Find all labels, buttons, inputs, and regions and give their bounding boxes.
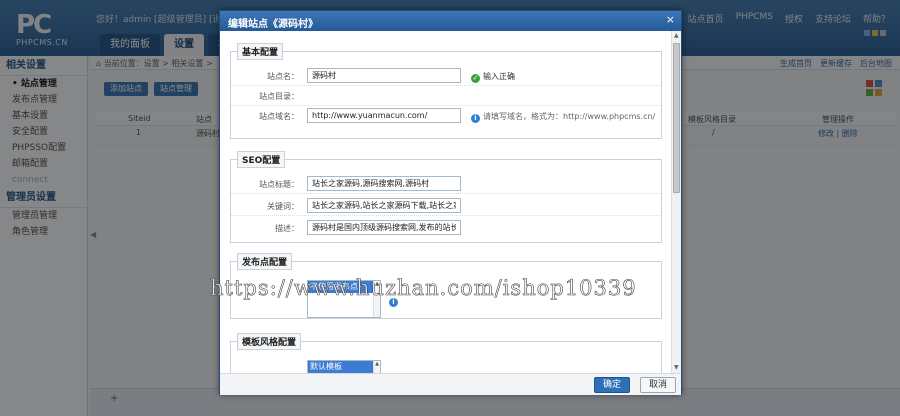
dialog-title: 编辑站点《源码村》 <box>228 19 318 30</box>
edit-site-dialog: 编辑站点《源码村》 × 基本配置 站点名： ✓输入正确 站点目录： 站点域名： … <box>219 10 682 395</box>
release-config-title: 发布点配置 <box>237 253 293 270</box>
release-point-listbox[interactable]: 不使用发布点 ▲ <box>307 280 381 318</box>
site-dir-label: 站点目录： <box>259 92 299 101</box>
ok-button[interactable]: 确定 <box>594 377 631 393</box>
scroll-up-icon[interactable]: ▲ <box>375 282 379 287</box>
template-config-title: 模板风格配置 <box>237 333 302 350</box>
close-icon[interactable]: × <box>666 14 675 26</box>
release-config-section: 发布点配置 不使用发布点 ▲ i <box>230 253 662 319</box>
site-name-label: 站点名： <box>267 72 299 81</box>
basic-config-section: 基本配置 站点名： ✓输入正确 站点目录： 站点域名： i请填写域名，格式为：h… <box>230 43 662 139</box>
basic-config-title: 基本配置 <box>237 43 284 60</box>
domain-hint-text: 请填写域名，格式为：http://www.phpcms.cn/ <box>483 112 656 121</box>
seo-title-row: 站点标题： <box>231 174 661 194</box>
scroll-up-icon[interactable]: ▲ <box>375 362 379 367</box>
domain-input[interactable] <box>307 108 461 123</box>
domain-row: 站点域名： i请填写域名，格式为：http://www.phpcms.cn/ <box>231 106 661 126</box>
dialog-footer: 确定 取消 <box>220 373 681 395</box>
listbox-scrollbar[interactable]: ▲ <box>373 361 380 373</box>
keywords-label: 关键词： <box>267 202 299 211</box>
scroll-down-icon[interactable]: ▼ <box>674 365 679 371</box>
description-input[interactable] <box>307 220 461 235</box>
site-dir-row: 站点目录： <box>231 86 661 106</box>
domain-label: 站点域名： <box>259 112 299 121</box>
seo-title-input[interactable] <box>307 176 461 191</box>
scroll-thumb[interactable] <box>673 43 680 193</box>
info-icon: i <box>389 298 398 307</box>
site-name-input[interactable] <box>307 68 461 83</box>
site-name-row: 站点名： ✓输入正确 <box>231 66 661 86</box>
dialog-body: 基本配置 站点名： ✓输入正确 站点目录： 站点域名： i请填写域名，格式为：h… <box>220 31 671 373</box>
cancel-button[interactable]: 取消 <box>640 377 677 393</box>
listbox-scrollbar[interactable]: ▲ <box>373 281 380 317</box>
description-row: 描述： <box>231 218 661 238</box>
template-config-section: 模板风格配置 默认模板 ▲ <box>230 333 662 373</box>
site-name-hint-text: 输入正确 <box>483 72 515 81</box>
seo-config-title: SEO配置 <box>237 151 286 168</box>
seo-title-label: 站点标题： <box>259 180 299 189</box>
template-option-default[interactable]: 默认模板 <box>308 361 380 373</box>
keywords-row: 关键词： <box>231 196 661 216</box>
check-icon: ✓ <box>471 74 480 83</box>
release-option-none[interactable]: 不使用发布点 <box>308 281 380 293</box>
dialog-titlebar[interactable]: 编辑站点《源码村》 × <box>220 11 681 31</box>
domain-hint: i 请填写域名，格式为：http://www.phpcms.cn/ <box>471 111 655 123</box>
scroll-up-icon[interactable]: ▲ <box>674 33 679 39</box>
description-label: 描述： <box>275 224 299 233</box>
keywords-input[interactable] <box>307 198 461 213</box>
template-style-listbox[interactable]: 默认模板 ▲ <box>307 360 381 373</box>
seo-config-section: SEO配置 站点标题： 关键词： 描述： <box>230 151 662 243</box>
dialog-scrollbar[interactable]: ▲ ▼ <box>671 31 681 373</box>
info-icon: i <box>471 114 480 123</box>
site-name-hint: ✓ 输入正确 <box>471 71 515 83</box>
